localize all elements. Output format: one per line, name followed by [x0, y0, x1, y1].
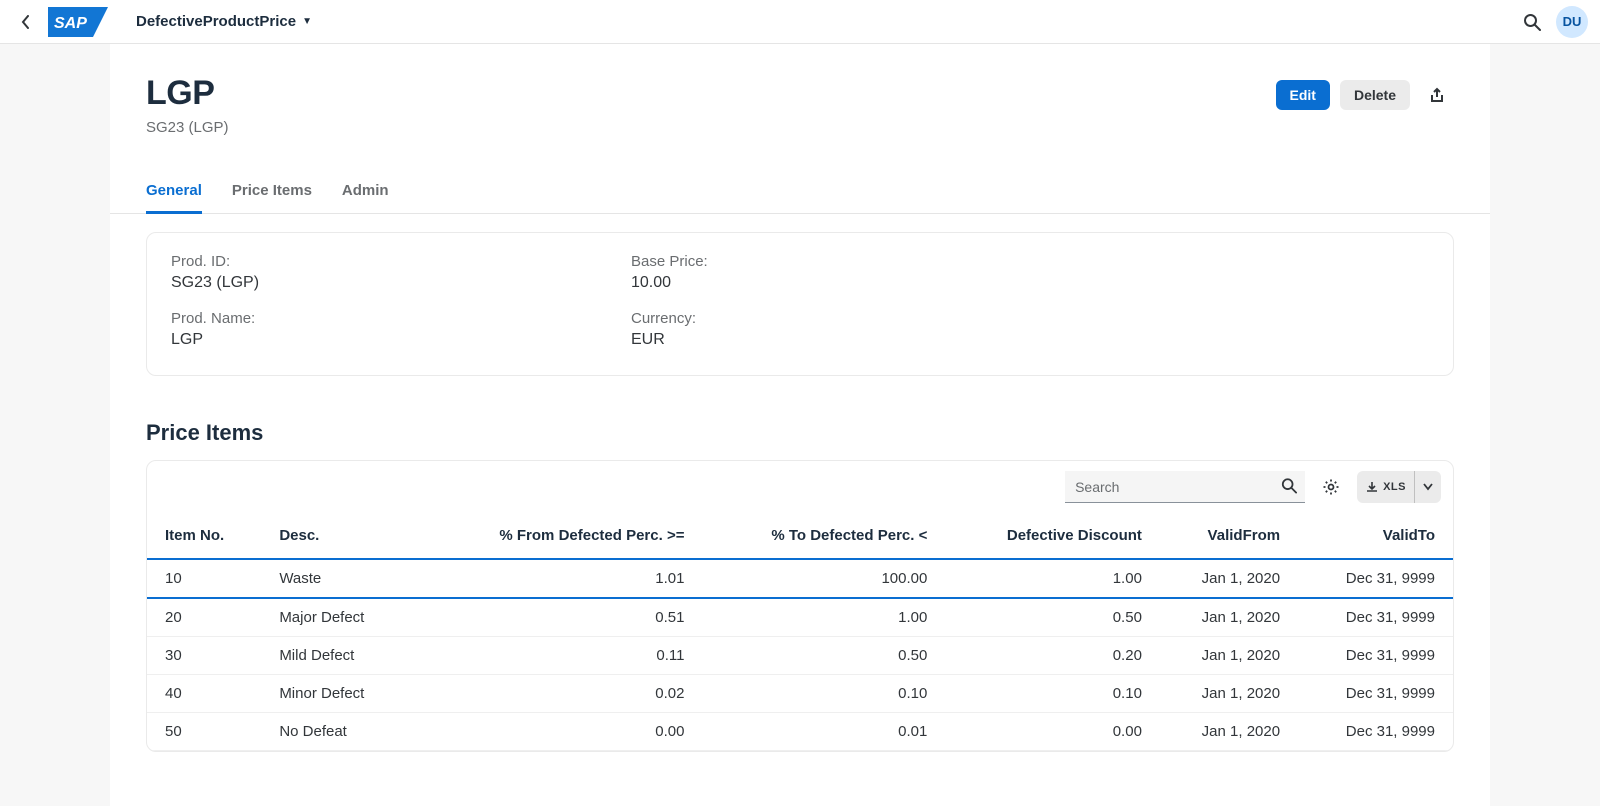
- price-items-table-card: XLS Item No. Desc. % From Defected Perc.…: [146, 460, 1454, 752]
- export-xls-button[interactable]: XLS: [1357, 471, 1415, 503]
- table-cell: 0.20: [939, 637, 1154, 675]
- table-row[interactable]: 10Waste1.01100.001.00Jan 1, 2020Dec 31, …: [147, 559, 1453, 598]
- chevron-left-icon: [21, 15, 31, 29]
- price-items-table: Item No. Desc. % From Defected Perc. >= …: [147, 513, 1453, 751]
- table-cell: 10: [147, 559, 267, 598]
- table-cell: 0.50: [939, 598, 1154, 637]
- table-cell: 1.00: [939, 559, 1154, 598]
- table-cell: 20: [147, 598, 267, 637]
- table-cell: 0.01: [696, 713, 939, 751]
- prod-id-value: SG23 (LGP): [171, 274, 551, 292]
- table-cell: 100.00: [696, 559, 939, 598]
- table-cell: Waste: [267, 559, 414, 598]
- table-cell: Dec 31, 9999: [1292, 598, 1453, 637]
- prod-id-label: Prod. ID:: [171, 253, 551, 270]
- table-search-input[interactable]: [1065, 471, 1305, 503]
- share-icon: [1428, 86, 1446, 104]
- avatar[interactable]: DU: [1556, 6, 1588, 38]
- table-cell: Jan 1, 2020: [1154, 637, 1292, 675]
- table-header-row: Item No. Desc. % From Defected Perc. >= …: [147, 513, 1453, 559]
- app-title-label: DefectiveProductPrice: [136, 13, 296, 30]
- page: LGP SG23 (LGP) Edit Delete General Price…: [110, 44, 1490, 806]
- table-cell: 0.51: [414, 598, 696, 637]
- table-cell: Dec 31, 9999: [1292, 559, 1453, 598]
- table-row[interactable]: 50No Defeat0.000.010.00Jan 1, 2020Dec 31…: [147, 713, 1453, 751]
- table-cell: 50: [147, 713, 267, 751]
- avatar-initials: DU: [1563, 14, 1582, 29]
- table-cell: Major Defect: [267, 598, 414, 637]
- table-toolbar: XLS: [147, 461, 1453, 513]
- export-more-button[interactable]: [1415, 471, 1441, 503]
- export-icon: [1365, 480, 1379, 494]
- table-cell: Jan 1, 2020: [1154, 559, 1292, 598]
- table-cell: Jan 1, 2020: [1154, 598, 1292, 637]
- table-cell: Mild Defect: [267, 637, 414, 675]
- table-cell: 1.00: [696, 598, 939, 637]
- export-split-button: XLS: [1357, 471, 1441, 503]
- back-button[interactable]: [12, 8, 40, 36]
- col-from-perc[interactable]: % From Defected Perc. >=: [414, 513, 696, 559]
- tab-bar: General Price Items Admin: [110, 172, 1490, 214]
- chevron-down-icon: [1423, 483, 1433, 491]
- table-cell: Jan 1, 2020: [1154, 713, 1292, 751]
- table-cell: 1.01: [414, 559, 696, 598]
- table-cell: Minor Defect: [267, 675, 414, 713]
- table-row[interactable]: 20Major Defect0.511.000.50Jan 1, 2020Dec…: [147, 598, 1453, 637]
- caret-down-icon: ▼: [302, 16, 312, 27]
- search-icon: [1281, 478, 1297, 497]
- page-title: LGP: [146, 74, 1276, 113]
- col-valid-from[interactable]: ValidFrom: [1154, 513, 1292, 559]
- currency-value: EUR: [631, 331, 1011, 349]
- table-cell: 30: [147, 637, 267, 675]
- tab-price-items[interactable]: Price Items: [232, 172, 312, 214]
- base-price-label: Base Price:: [631, 253, 1011, 270]
- general-facets: Prod. ID: SG23 (LGP) Prod. Name: LGP Bas…: [146, 232, 1454, 376]
- table-cell: Dec 31, 9999: [1292, 713, 1453, 751]
- table-row[interactable]: 30Mild Defect0.110.500.20Jan 1, 2020Dec …: [147, 637, 1453, 675]
- sap-logo: SAP: [48, 7, 108, 37]
- table-search-field[interactable]: [1065, 471, 1305, 503]
- svg-text:SAP: SAP: [54, 15, 87, 32]
- prod-name-label: Prod. Name:: [171, 310, 551, 327]
- table-cell: 0.10: [696, 675, 939, 713]
- col-valid-to[interactable]: ValidTo: [1292, 513, 1453, 559]
- table-settings-button[interactable]: [1315, 471, 1347, 503]
- delete-button[interactable]: Delete: [1340, 80, 1410, 110]
- global-search-button[interactable]: [1516, 6, 1548, 38]
- table-cell: 0.00: [414, 713, 696, 751]
- search-icon: [1523, 13, 1541, 31]
- base-price-value: 10.00: [631, 274, 1011, 292]
- col-to-perc[interactable]: % To Defected Perc. <: [696, 513, 939, 559]
- gear-icon: [1322, 478, 1340, 496]
- export-label: XLS: [1383, 481, 1406, 493]
- object-header: LGP SG23 (LGP) Edit Delete: [110, 44, 1490, 136]
- table-cell: 0.11: [414, 637, 696, 675]
- prod-name-value: LGP: [171, 331, 551, 349]
- table-cell: 0.10: [939, 675, 1154, 713]
- shell-header: SAP DefectiveProductPrice ▼ DU: [0, 0, 1600, 44]
- col-discount[interactable]: Defective Discount: [939, 513, 1154, 559]
- page-subtitle: SG23 (LGP): [146, 119, 1276, 136]
- table-cell: 40: [147, 675, 267, 713]
- edit-button[interactable]: Edit: [1276, 80, 1330, 110]
- table-cell: 0.00: [939, 713, 1154, 751]
- price-items-title: Price Items: [110, 376, 1490, 460]
- tab-general[interactable]: General: [146, 172, 202, 214]
- table-cell: No Defeat: [267, 713, 414, 751]
- tab-admin[interactable]: Admin: [342, 172, 389, 214]
- table-cell: 0.50: [696, 637, 939, 675]
- col-item-no[interactable]: Item No.: [147, 513, 267, 559]
- table-cell: Dec 31, 9999: [1292, 675, 1453, 713]
- table-cell: Dec 31, 9999: [1292, 637, 1453, 675]
- table-row[interactable]: 40Minor Defect0.020.100.10Jan 1, 2020Dec…: [147, 675, 1453, 713]
- sap-logo-icon: SAP: [48, 7, 108, 37]
- share-button[interactable]: [1420, 78, 1454, 112]
- table-cell: Jan 1, 2020: [1154, 675, 1292, 713]
- currency-label: Currency:: [631, 310, 1011, 327]
- table-cell: 0.02: [414, 675, 696, 713]
- col-desc[interactable]: Desc.: [267, 513, 414, 559]
- app-title-selector[interactable]: DefectiveProductPrice ▼: [136, 13, 312, 30]
